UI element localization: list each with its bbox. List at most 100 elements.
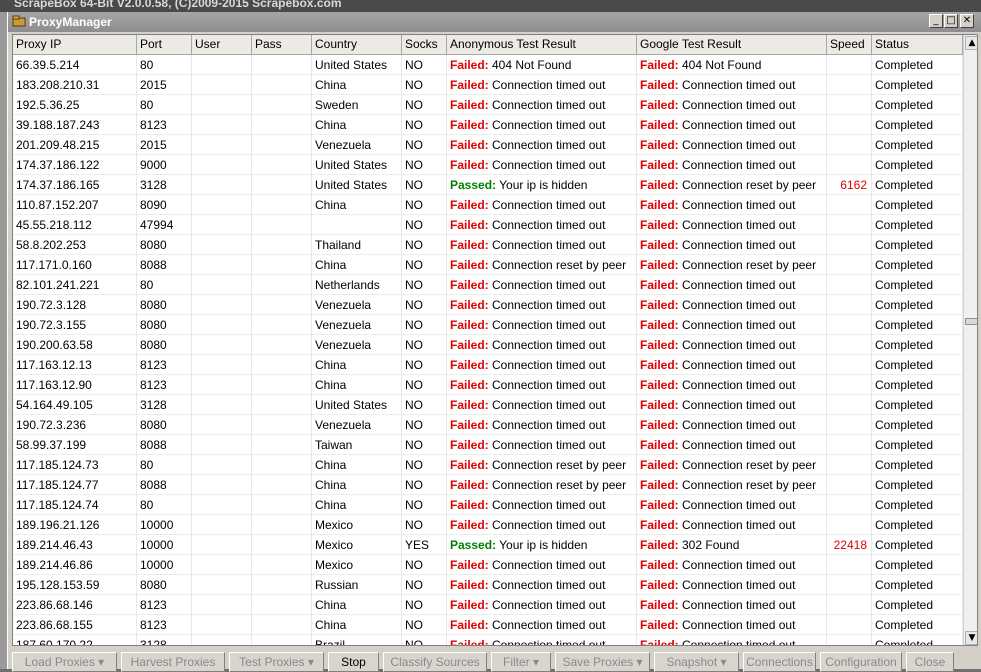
result-status: Failed:: [450, 58, 489, 72]
result-status: Failed:: [640, 98, 679, 112]
table-row[interactable]: 174.37.186.122 9000 United States NO Failed:…: [13, 155, 963, 175]
cell-proxy-ip: 190.72.3.236: [13, 415, 137, 435]
cell-google-result: Failed: Connection timed out: [637, 155, 827, 175]
header-col-proxy-ip[interactable]: Proxy IP: [13, 35, 137, 55]
scroll-thumb[interactable]: [965, 318, 977, 325]
harvest-proxies-button[interactable]: Harvest Proxies: [121, 652, 225, 672]
cell-pass: [252, 495, 312, 515]
cell-socks: NO: [402, 75, 447, 95]
cell-port: 8123: [137, 355, 192, 375]
result-status: Failed:: [450, 498, 489, 512]
header-col-country[interactable]: Country: [312, 35, 402, 55]
table-row[interactable]: 39.188.187.243 8123 China NO Failed: Connect…: [13, 115, 963, 135]
header-col-speed[interactable]: Speed: [827, 35, 872, 55]
table-row[interactable]: 117.185.124.74 80 China NO Failed: Connectio…: [13, 495, 963, 515]
header-col-user[interactable]: User: [192, 35, 252, 55]
cell-speed: [827, 435, 872, 455]
table-row[interactable]: 117.185.124.77 8088 China NO Failed: Connect…: [13, 475, 963, 495]
cell-country: United States: [312, 155, 402, 175]
stop-button[interactable]: Stop: [328, 652, 379, 672]
maximize-button[interactable]: □: [944, 14, 958, 28]
table-row[interactable]: 82.101.241.221 80 Netherlands NO Failed: Con…: [13, 275, 963, 295]
table-row[interactable]: 117.185.124.73 80 China NO Failed: Connectio…: [13, 455, 963, 475]
table-row[interactable]: 117.171.0.160 8088 China NO Failed: Connecti…: [13, 255, 963, 275]
cell-proxy-ip: 190.200.63.58: [13, 335, 137, 355]
close-button[interactable]: Close: [906, 652, 954, 672]
result-message: Your ip is hidden: [496, 538, 588, 552]
window-title-bar[interactable]: ProxyManager _ □ ✕: [8, 12, 981, 32]
table-row[interactable]: 190.200.63.58 8080 Venezuela NO Failed: Conn…: [13, 335, 963, 355]
connections-button[interactable]: Connections: [743, 652, 816, 672]
cell-user: [192, 275, 252, 295]
table-row[interactable]: 189.196.21.126 10000 Mexico NO Failed: Conne…: [13, 515, 963, 535]
cell-google-result: Failed: Connection reset by peer: [637, 175, 827, 195]
cell-port: 8088: [137, 475, 192, 495]
vertical-scrollbar[interactable]: ▲ ▼: [963, 35, 977, 645]
result-message: Connection timed out: [488, 98, 606, 112]
cell-google-result: Failed: Connection reset by peer: [637, 455, 827, 475]
header-col-anonymous-result[interactable]: Anonymous Test Result: [447, 35, 637, 55]
table-row[interactable]: 190.72.3.128 8080 Venezuela NO Failed: Conne…: [13, 295, 963, 315]
header-col-socks[interactable]: Socks: [402, 35, 447, 55]
cell-status: Completed: [872, 155, 963, 175]
cell-proxy-ip: 174.37.186.122: [13, 155, 137, 175]
cell-proxy-ip: 58.8.202.253: [13, 235, 137, 255]
classify-sources-button[interactable]: Classify Sources: [383, 652, 487, 672]
test-proxies-button[interactable]: Test Proxies ▾: [229, 652, 324, 672]
cell-user: [192, 75, 252, 95]
table-row[interactable]: 54.164.49.105 3128 United States NO Failed: …: [13, 395, 963, 415]
table-row[interactable]: 183.208.210.31 2015 China NO Failed: Connect…: [13, 75, 963, 95]
table-row[interactable]: 192.5.36.25 80 Sweden NO Failed: Connection …: [13, 95, 963, 115]
cell-status: Completed: [872, 435, 963, 455]
cell-google-result: Failed: Connection timed out: [637, 275, 827, 295]
minimize-button[interactable]: _: [929, 14, 943, 28]
table-row[interactable]: 189.214.46.43 10000 Mexico YES Passed: Your …: [13, 535, 963, 555]
table-row[interactable]: 223.86.68.155 8123 China NO Failed: Connecti…: [13, 615, 963, 635]
cell-user: [192, 195, 252, 215]
cell-anonymous-result: Failed: Connection timed out: [447, 75, 637, 95]
load-proxies-button[interactable]: Load Proxies ▾: [12, 652, 117, 672]
snapshot-button[interactable]: Snapshot ▾: [654, 652, 739, 672]
result-message: Connection timed out: [488, 418, 606, 432]
cell-port: 8080: [137, 235, 192, 255]
header-col-status[interactable]: Status: [872, 35, 963, 55]
save-proxies-button[interactable]: Save Proxies ▾: [555, 652, 650, 672]
scroll-down-icon[interactable]: ▼: [965, 631, 977, 645]
result-message: Connection timed out: [488, 238, 606, 252]
table-row[interactable]: 117.163.12.90 8123 China NO Failed: Connecti…: [13, 375, 963, 395]
cell-speed: [827, 335, 872, 355]
table-row[interactable]: 117.163.12.13 8123 China NO Failed: Connecti…: [13, 355, 963, 375]
table-row[interactable]: 174.37.186.165 3128 United States NO Passed:…: [13, 175, 963, 195]
table-row[interactable]: 223.86.68.146 8123 China NO Failed: Connecti…: [13, 595, 963, 615]
table-row[interactable]: 201.209.48.215 2015 Venezuela NO Failed: Con…: [13, 135, 963, 155]
result-status: Passed:: [450, 178, 497, 192]
close-window-button[interactable]: ✕: [960, 14, 974, 28]
header-col-port[interactable]: Port: [137, 35, 192, 55]
table-row[interactable]: 45.55.218.112 47994 NO Failed: Connection t…: [13, 215, 963, 235]
cell-port: 10000: [137, 535, 192, 555]
table-row[interactable]: 190.72.3.236 8080 Venezuela NO Failed: Conne…: [13, 415, 963, 435]
filter-button[interactable]: Filter ▾: [491, 652, 551, 672]
table-row[interactable]: 110.87.152.207 8090 China NO Failed: Connect…: [13, 195, 963, 215]
table-row[interactable]: 187.60.170.22 3128 Brazil NO Failed: Connect…: [13, 635, 963, 645]
result-status: Failed:: [450, 458, 489, 472]
cell-anonymous-result: Failed: Connection timed out: [447, 295, 637, 315]
cell-user: [192, 255, 252, 275]
header-col-pass[interactable]: Pass: [252, 35, 312, 55]
result-status: Failed:: [450, 338, 489, 352]
table-row[interactable]: 195.128.153.59 8080 Russian NO Failed: Conne…: [13, 575, 963, 595]
header-col-google-result[interactable]: Google Test Result: [637, 35, 827, 55]
table-row[interactable]: 58.8.202.253 8080 Thailand NO Failed: Connec…: [13, 235, 963, 255]
cell-pass: [252, 455, 312, 475]
table-row[interactable]: 58.99.37.199 8088 Taiwan NO Failed: Connecti…: [13, 435, 963, 455]
result-message: Connection timed out: [488, 338, 606, 352]
table-row[interactable]: 190.72.3.155 8080 Venezuela NO Failed: Conne…: [13, 315, 963, 335]
cell-country: China: [312, 195, 402, 215]
configuration-button[interactable]: Configuration: [820, 652, 902, 672]
scroll-up-icon[interactable]: ▲: [965, 36, 977, 50]
proxy-table[interactable]: Proxy IP Port User Pass Country Socks Anonymou…: [12, 34, 978, 646]
cell-socks: NO: [402, 135, 447, 155]
table-row[interactable]: 66.39.5.214 80 United States NO Failed: 404 …: [13, 55, 963, 75]
table-row[interactable]: 189.214.46.86 10000 Mexico NO Failed: Connec…: [13, 555, 963, 575]
cell-speed: 6162: [827, 175, 872, 195]
